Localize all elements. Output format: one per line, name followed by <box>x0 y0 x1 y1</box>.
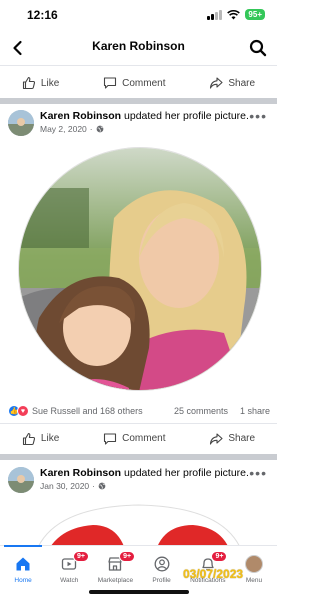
profile-picture-image[interactable] <box>18 147 262 391</box>
page-title: Karen Robinson <box>92 39 185 53</box>
nav-watch-label: Watch <box>60 577 79 584</box>
post-action-text: updated her profile picture. <box>121 467 249 479</box>
post-meta: May 2, 2020 · <box>40 124 104 134</box>
post-author-name[interactable]: Karen Robinson <box>40 110 121 122</box>
reactions-summary[interactable]: 👍 ♥ Sue Russell and 168 others 25 commen… <box>8 405 270 419</box>
post-actions-previous: Like Comment Share <box>0 68 277 98</box>
post-title-line: Karen Robinson updated her profile pictu… <box>40 110 249 122</box>
comment-button[interactable]: Comment <box>103 432 166 446</box>
home-icon <box>16 557 30 571</box>
post-actions: Like Comment Share <box>0 423 277 453</box>
nav-home[interactable]: Home <box>0 545 46 599</box>
shares-count[interactable]: 1 share <box>240 406 270 416</box>
avatar-image <box>8 467 34 493</box>
meta-dot: · <box>89 124 93 134</box>
globe-icon <box>96 125 103 133</box>
comment-label: Comment <box>122 77 166 89</box>
author-avatar[interactable] <box>8 110 34 136</box>
watch-badge: 9+ <box>72 551 89 562</box>
marketplace-badge: 9+ <box>119 551 136 562</box>
cellular-signal-icon <box>207 9 223 20</box>
meta-dot: · <box>92 481 95 491</box>
menu-avatar <box>244 555 263 573</box>
share-label: Share <box>228 77 256 89</box>
share-button[interactable]: Share <box>209 76 255 90</box>
reactions-text[interactable]: Sue Russell and 168 others <box>32 406 143 416</box>
like-label: Like <box>40 433 60 444</box>
post-meta: Jan 30, 2020 · <box>40 481 106 491</box>
more-options-icon[interactable]: ••• <box>249 465 267 481</box>
post-action-text: updated her profile picture. <box>121 110 249 122</box>
like-button[interactable]: Like <box>22 432 59 446</box>
search-icon[interactable] <box>248 38 268 58</box>
post-title-line: Karen Robinson updated her profile pictu… <box>40 467 249 479</box>
post-date[interactable]: Jan 30, 2020 <box>40 481 89 491</box>
thumbs-up-icon <box>22 76 35 90</box>
globe-icon <box>98 482 106 490</box>
post-date[interactable]: May 2, 2020 <box>40 124 87 134</box>
more-options-icon[interactable]: ••• <box>249 108 267 124</box>
wifi-icon <box>227 9 241 19</box>
share-icon <box>210 77 223 89</box>
share-button[interactable]: Share <box>209 432 255 446</box>
profile-icon <box>154 556 170 572</box>
home-indicator <box>89 590 189 594</box>
share-label: Share <box>228 433 256 444</box>
post-header: Karen Robinson updated her profile pictu… <box>0 463 277 499</box>
comments-count[interactable]: 25 comments <box>174 406 228 416</box>
post-header: Karen Robinson updated her profile pictu… <box>0 106 277 142</box>
nav-home-label: Home <box>14 577 32 584</box>
avatar-image <box>8 110 34 136</box>
status-time: 12:16 <box>27 8 58 22</box>
post-author-name[interactable]: Karen Robinson <box>40 467 121 479</box>
status-icons: 95+ <box>207 9 265 20</box>
status-bar: 12:16 95+ <box>0 0 277 30</box>
comment-icon <box>104 432 117 445</box>
comment-button[interactable]: Comment <box>103 76 166 90</box>
comment-label: Comment <box>122 433 166 444</box>
feed-separator <box>0 98 277 104</box>
like-button[interactable]: Like <box>22 76 59 90</box>
profile-header: Karen Robinson <box>0 30 277 66</box>
thumbs-up-icon <box>22 432 35 445</box>
reaction-icons: 👍 ♥ <box>8 405 29 417</box>
nav-watch[interactable]: 9+ Watch <box>46 546 92 599</box>
battery-indicator: 95+ <box>245 9 265 20</box>
author-avatar[interactable] <box>8 467 34 493</box>
comment-icon <box>104 77 117 89</box>
date-watermark: 03/07/2023 <box>183 567 244 581</box>
share-icon <box>210 432 223 445</box>
feed-separator <box>0 454 277 460</box>
photo-illustration <box>19 148 261 390</box>
notifications-badge: 9+ <box>211 551 228 562</box>
like-label: Like <box>40 77 60 89</box>
love-reaction-icon: ♥ <box>17 405 29 417</box>
nav-profile-label: Profile <box>152 577 171 584</box>
nav-marketplace-label: Marketplace <box>97 577 134 584</box>
